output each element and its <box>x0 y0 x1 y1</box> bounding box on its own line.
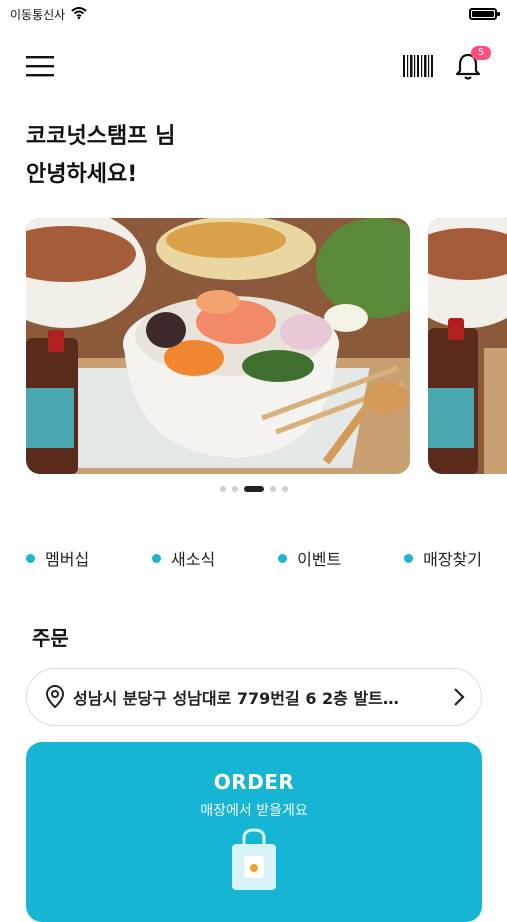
app-header: 5 <box>0 40 507 92</box>
order-pickup-card[interactable]: ORDER 매장에서 받을게요 <box>26 742 482 922</box>
quick-menu-label: 멤버십 <box>45 550 90 569</box>
bullet-icon <box>152 553 162 563</box>
pagination-dot-active[interactable] <box>243 486 264 492</box>
battery-icon <box>469 8 500 20</box>
wifi-icon <box>71 6 87 22</box>
poke-bowl-image-next <box>428 218 507 474</box>
order-section-title: 주문 <box>32 626 69 650</box>
carrier-label: 이동통신사 <box>10 7 66 22</box>
notification-button[interactable]: 5 <box>455 46 491 80</box>
bullet-icon <box>278 553 288 563</box>
order-card-title: ORDER <box>213 770 295 794</box>
quick-menu: 멤버십 새소식 이벤트 매장찾기 <box>26 546 482 570</box>
quick-menu-membership[interactable]: 멤버십 <box>26 546 89 570</box>
menu-button[interactable] <box>26 55 54 77</box>
carousel-slide-next[interactable] <box>428 218 507 474</box>
bullet-icon <box>404 553 414 563</box>
store-address-selector[interactable]: 성남시 분당구 성남대로 779번길 6 2층 발트… <box>26 668 482 726</box>
quick-menu-news[interactable]: 새소식 <box>152 546 215 570</box>
pagination-dot[interactable] <box>281 486 288 492</box>
quick-menu-store-finder[interactable]: 매장찾기 <box>404 546 482 570</box>
status-left: 이동통신사 <box>10 6 87 23</box>
carousel-pagination <box>0 486 507 492</box>
barcode-icon <box>403 55 433 77</box>
hamburger-icon <box>26 56 54 77</box>
chevron-right-icon <box>454 688 465 706</box>
quick-menu-label: 매장찾기 <box>423 550 482 569</box>
greeting-hello: 안녕하세요! <box>26 162 138 187</box>
pagination-dot[interactable] <box>231 486 238 492</box>
barcode-button[interactable] <box>403 55 433 77</box>
quick-menu-event[interactable]: 이벤트 <box>278 546 341 570</box>
pagination-dot[interactable] <box>219 486 226 492</box>
pagination-dot[interactable] <box>269 486 276 492</box>
bullet-icon <box>26 553 35 563</box>
quick-menu-label: 이벤트 <box>297 550 342 569</box>
notification-badge: 5 <box>471 46 491 60</box>
order-card-subtitle: 매장에서 받을게요 <box>200 803 308 819</box>
carousel-slide-active[interactable] <box>26 218 410 474</box>
location-pin-icon <box>45 685 65 709</box>
quick-menu-label: 새소식 <box>171 550 216 569</box>
store-address: 성남시 분당구 성남대로 779번길 6 2층 발트… <box>73 689 399 708</box>
takeout-bag-icon <box>232 828 276 890</box>
greeting: 코코넛스탬프 님 안녕하세요! <box>26 118 175 194</box>
header-actions: 5 <box>403 46 491 80</box>
greeting-name: 코코넛스탬프 님 <box>26 124 176 149</box>
promo-carousel[interactable] <box>0 218 507 476</box>
poke-bowl-image <box>26 218 410 474</box>
status-bar: 이동통신사 <box>0 0 507 28</box>
